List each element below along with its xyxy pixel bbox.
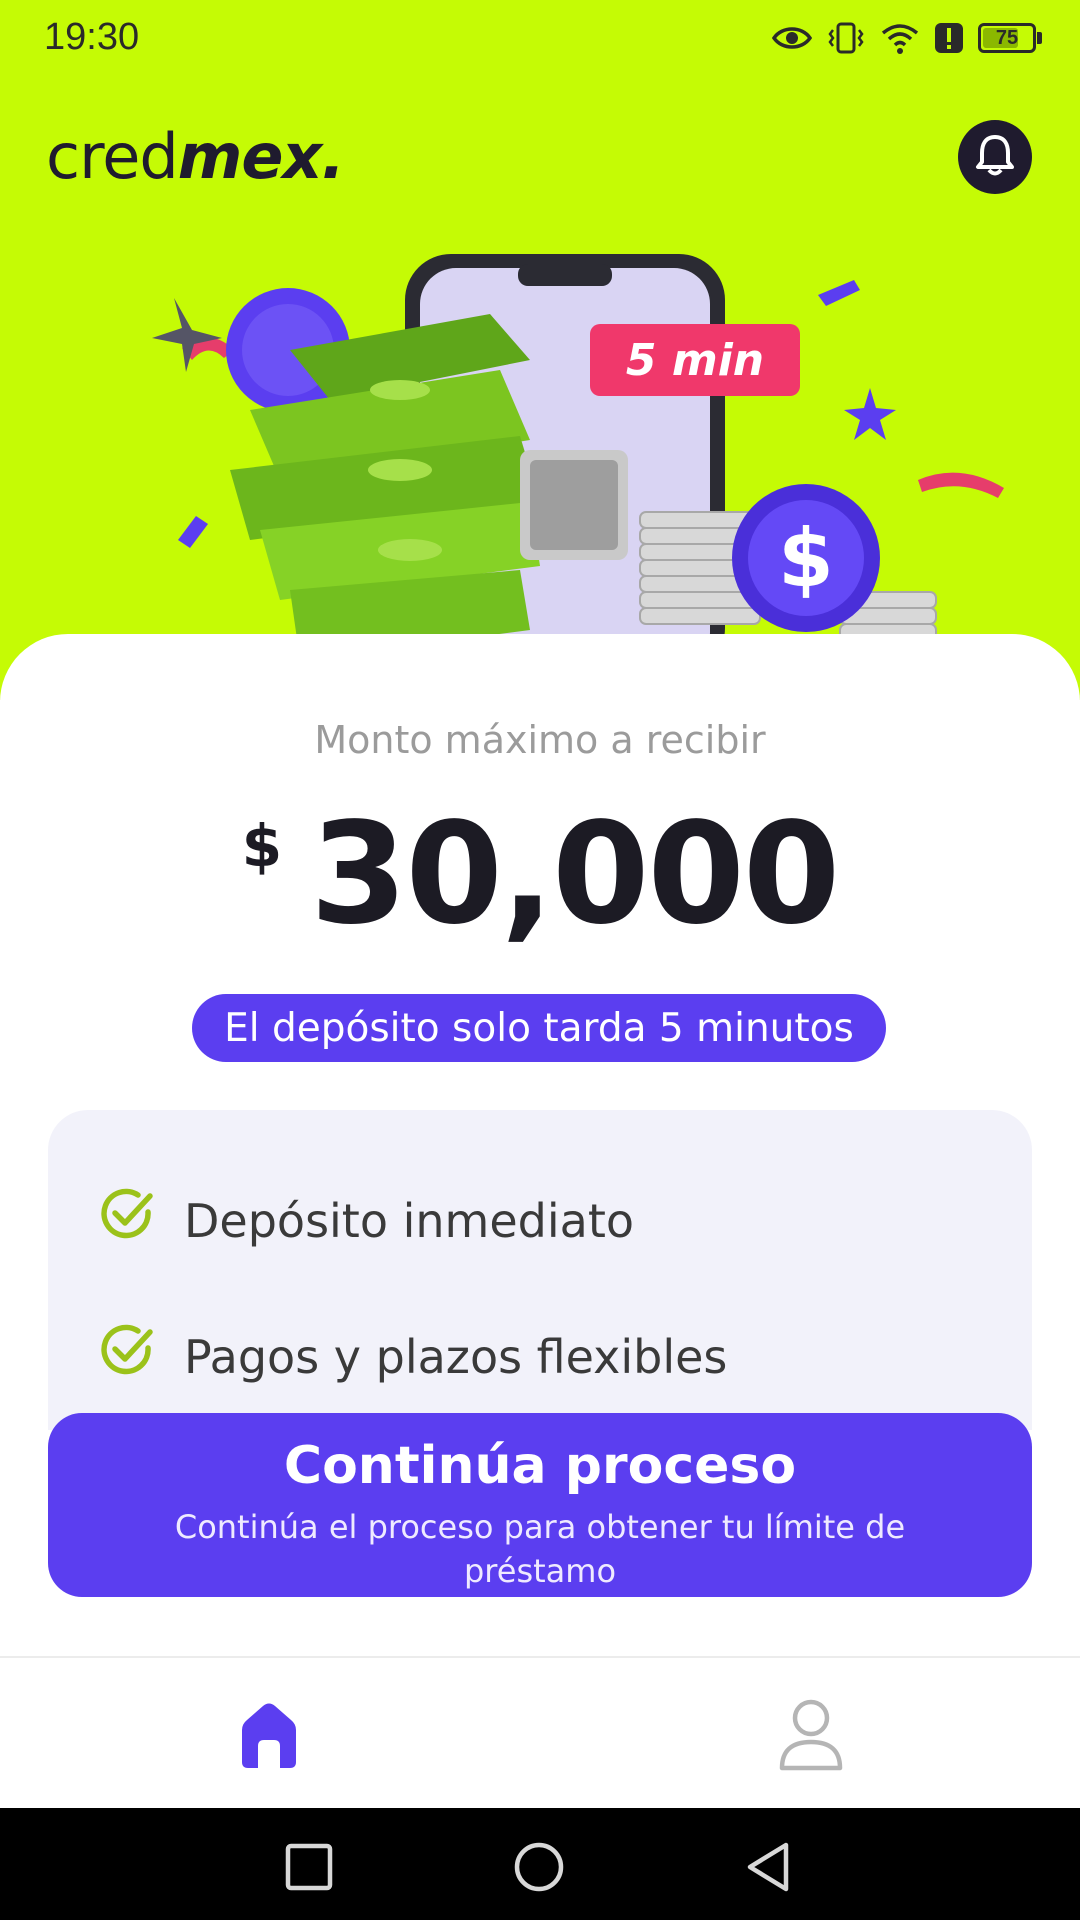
- recents-button[interactable]: [282, 1840, 336, 1894]
- deposit-note-badge: El depósito solo tarda 5 minutos: [192, 994, 886, 1062]
- loan-amount: 30,000: [310, 793, 840, 956]
- check-circle-icon: [98, 1322, 184, 1391]
- status-icons: 75: [772, 16, 1042, 60]
- continue-process-button[interactable]: Continúa proceso Continúa el proceso par…: [48, 1413, 1032, 1597]
- home-icon: [236, 1703, 302, 1776]
- cta-subtitle: Continúa el proceso para obtener tu lími…: [174, 1508, 906, 1590]
- bottom-navigation: [0, 1656, 1080, 1810]
- battery-label: 75: [995, 26, 1019, 49]
- notification-button[interactable]: [958, 120, 1032, 194]
- benefits-panel: Depósito inmediato Pagos y plazos flexib…: [48, 1110, 1032, 1430]
- circle-home-icon: [512, 1842, 566, 1898]
- hero-illustration: $ 5 min: [100, 240, 1020, 680]
- home-system-button[interactable]: [512, 1840, 566, 1894]
- bell-icon: [973, 132, 1017, 182]
- nav-home-tab[interactable]: [236, 1700, 302, 1772]
- benefit-label: Depósito inmediato: [184, 1193, 635, 1248]
- currency-symbol: $: [241, 812, 283, 880]
- amount-caption: Monto máximo a recibir: [314, 718, 766, 762]
- amount-display: $ 30,000: [0, 800, 1080, 950]
- benefit-item: Depósito inmediato: [98, 1186, 634, 1255]
- status-time: 19:30: [44, 16, 140, 58]
- logo-text-light: cred: [46, 120, 179, 193]
- check-circle-icon: [98, 1186, 184, 1255]
- benefit-item: Pagos y plazos flexibles: [98, 1322, 727, 1391]
- user-icon: [776, 1699, 846, 1776]
- triangle-back-icon: [742, 1842, 796, 1898]
- vibrate-icon: [826, 21, 866, 55]
- logo-text-bold: mex.: [177, 120, 345, 193]
- system-navigation-bar: [0, 1808, 1080, 1920]
- square-recents-icon: [282, 1843, 336, 1898]
- nav-profile-tab[interactable]: [776, 1698, 846, 1772]
- svg-text:$: $: [778, 512, 834, 605]
- battery-icon: 75: [978, 23, 1042, 53]
- benefit-label: Pagos y plazos flexibles: [184, 1329, 728, 1384]
- eye-icon: [772, 24, 812, 52]
- time-badge: 5 min: [625, 334, 765, 386]
- status-bar: 19:30 75: [0, 0, 1080, 75]
- app-logo: credmex.: [46, 120, 345, 193]
- back-button[interactable]: [742, 1840, 796, 1894]
- wifi-icon: [880, 21, 920, 55]
- cta-title: Continúa proceso: [283, 1436, 797, 1496]
- alert-icon: [934, 21, 964, 55]
